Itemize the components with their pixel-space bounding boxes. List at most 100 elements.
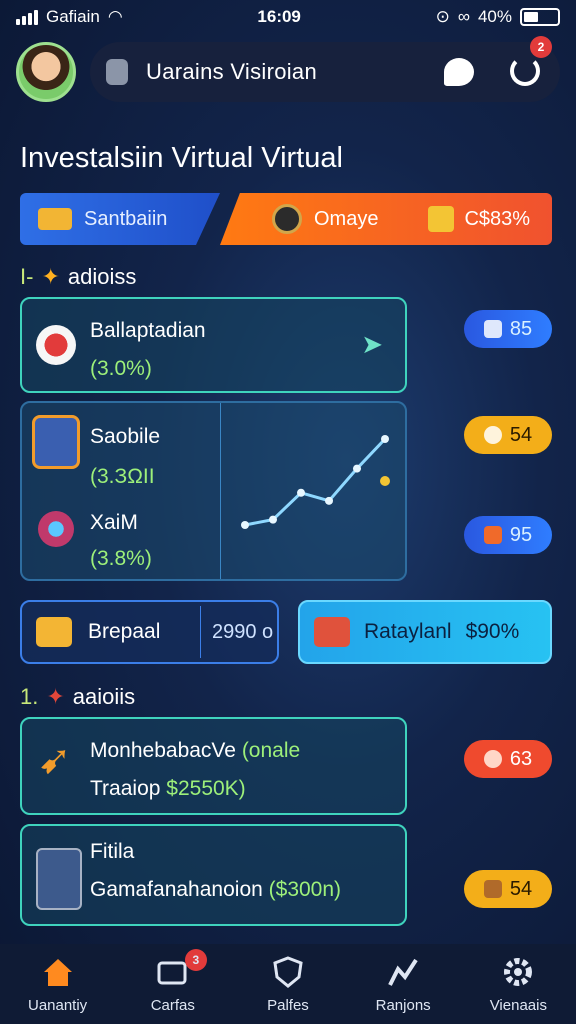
shield-icon <box>273 955 303 988</box>
section-title: adioiss <box>67 264 137 289</box>
nav-label: Carfas <box>150 996 195 1014</box>
rating-card[interactable]: Rataylanl $90% <box>298 600 552 664</box>
asset-card[interactable]: Fitila Gamafanahanoion ($300n) <box>20 824 407 926</box>
value-pill[interactable]: 85 <box>464 310 552 348</box>
section-prefix: 1. <box>20 684 39 709</box>
battery-percent: 40% <box>477 7 512 26</box>
tab-value: C$83% <box>464 207 531 230</box>
bottom-nav: Uanantiy Carfas 3 Palfes Ranjons Vienaai… <box>0 944 576 1024</box>
asset-icon <box>36 325 76 365</box>
asset-name: Saobile <box>90 425 161 448</box>
nav-label: Palfes <box>267 996 309 1014</box>
value-pill[interactable]: 95 <box>464 516 552 554</box>
tab-label: Omaye <box>314 207 379 230</box>
nav-badge: 3 <box>184 948 207 971</box>
pill-value: 95 <box>509 523 533 546</box>
asset-change: (3.0%) <box>90 357 152 380</box>
wifi-icon: ◠ <box>107 7 123 26</box>
tab-santbaiin[interactable]: Santbaiin <box>20 193 220 245</box>
section-title: aaioiis <box>72 684 136 709</box>
asset-change: (3.8%) <box>90 547 152 570</box>
nav-item-carfas[interactable]: Carfas 3 <box>123 948 223 1014</box>
nav-item-palfes[interactable]: Palfes <box>238 955 338 1014</box>
wallet-icon <box>36 617 72 647</box>
data-point-1 <box>269 515 277 524</box>
chat-icon[interactable] <box>444 58 474 86</box>
tablet-icon <box>36 848 82 910</box>
section-prefix: I- <box>20 264 34 289</box>
box-icon <box>483 880 502 898</box>
tab-omaye[interactable]: Omaye C$83% <box>220 193 552 245</box>
edit-icon <box>483 526 502 544</box>
rating-label: Rataylanl <box>364 620 452 643</box>
line-chart <box>241 435 390 529</box>
page-title: Investalsiin Virtual Virtual <box>20 142 343 174</box>
nav-item-vienaais[interactable]: Vienaais <box>468 955 568 1014</box>
link-icon: ∞ <box>457 7 470 26</box>
star-icon: ✦ <box>46 684 65 709</box>
nav-label: Uanantiy <box>27 996 88 1014</box>
gift-icon <box>428 206 455 232</box>
balance-value: 2990 o <box>212 620 274 643</box>
balance-label: Brepaal <box>88 620 161 643</box>
asset-name: Fitila <box>90 840 135 863</box>
asset-card[interactable]: ➹ MonhebabacVe (onale Traaiop $2550K) <box>20 717 407 815</box>
chart-icon <box>388 958 418 986</box>
flower-icon <box>483 750 502 768</box>
asset-name: Ballaptadian <box>90 319 206 342</box>
data-point-5 <box>381 435 389 443</box>
series-line <box>244 437 387 527</box>
status-time: 16:09 <box>257 7 301 26</box>
asset-change: (3.ЗΩII <box>90 465 155 488</box>
notification-badge: 2 <box>530 36 552 58</box>
asset-card[interactable]: Ballaptadian (3.0%) ➤ <box>20 297 407 393</box>
section-header: I- ✦ adioiss <box>20 264 136 290</box>
coin-icon <box>272 204 302 234</box>
send-icon[interactable]: ➤ <box>361 329 383 360</box>
wallet-icon <box>38 208 72 230</box>
rating-value: $90% <box>465 620 520 643</box>
app-header: Uarains Visiroian 2 <box>16 36 560 104</box>
carrier-label: Gafiain <box>46 7 100 26</box>
data-point-0 <box>241 521 249 529</box>
notification-icon[interactable] <box>510 56 540 86</box>
app-title: Uarains Visiroian <box>146 59 317 84</box>
asset-name: MonhebabacVe (onale <box>90 739 301 762</box>
rocket-icon: ➹ <box>38 738 72 782</box>
balance-card[interactable]: Brepaal 2990 o <box>20 600 279 664</box>
gift-box-icon <box>314 617 350 647</box>
globe-icon <box>38 511 74 547</box>
section-header: 1. ✦ aaioiis <box>20 684 135 710</box>
asset-sub: Gamafanahanoion ($300n) <box>90 878 342 901</box>
pill-value: 85 <box>509 317 533 340</box>
battery-icon <box>519 8 560 26</box>
data-point-4 <box>353 464 361 473</box>
status-bar: Gafiain ◠ 16:09 ⊙ ∞ 40% <box>0 0 576 34</box>
phone-icon <box>32 415 80 469</box>
pill-value: 63 <box>509 747 533 770</box>
tab-label: Santbaiin <box>84 207 168 230</box>
avatar[interactable] <box>16 42 76 102</box>
nav-label: Ranjons <box>375 996 431 1014</box>
value-pill[interactable]: 54 <box>464 870 552 908</box>
asset-chart-card[interactable]: Saobile (3.ЗΩII XaiM (3.8%) <box>20 401 407 581</box>
value-pill[interactable]: 63 <box>464 740 552 778</box>
gear-icon <box>504 957 533 986</box>
chat-bubble-icon <box>483 426 502 444</box>
balance-divider <box>200 606 201 658</box>
nav-label: Vienaais <box>489 996 547 1014</box>
title-bar: Uarains Visiroian 2 <box>90 36 560 102</box>
nav-item-ranjons[interactable]: Ranjons <box>353 955 453 1014</box>
data-point-3 <box>325 496 333 505</box>
signal-icon <box>16 9 38 25</box>
asset-name: XaiM <box>90 511 138 534</box>
lock-icon <box>106 59 128 85</box>
highlight-dot <box>380 476 390 486</box>
star-icon: ✦ <box>41 264 60 289</box>
pill-value: 54 <box>509 877 533 900</box>
asset-sub: Traaiop $2550K) <box>90 777 246 800</box>
data-point-2 <box>297 488 305 497</box>
card-icon <box>483 320 502 338</box>
nav-item-uanantiy[interactable]: Uanantiy <box>8 955 108 1014</box>
value-pill[interactable]: 54 <box>464 416 552 454</box>
